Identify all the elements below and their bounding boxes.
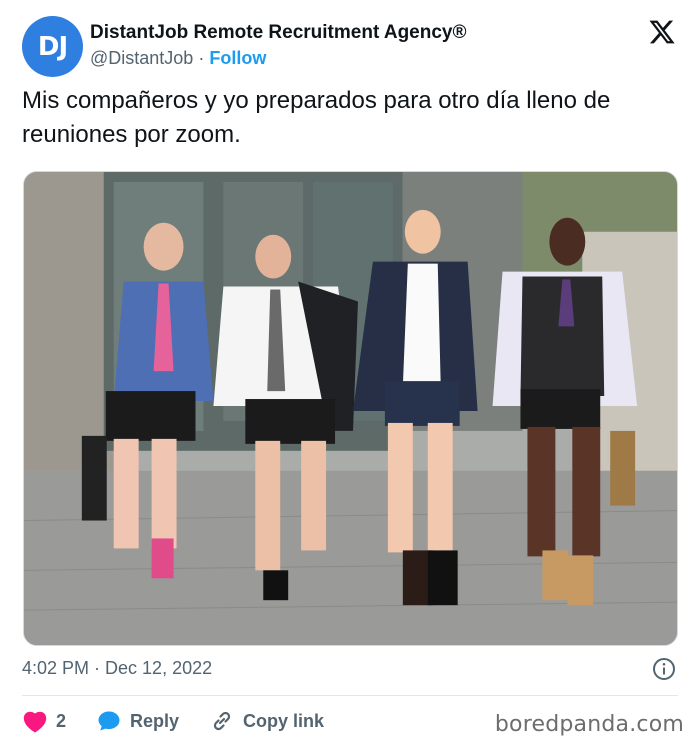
handle-row: @DistantJob · Follow	[90, 48, 266, 69]
info-icon[interactable]	[652, 657, 676, 681]
author-name[interactable]: DistantJob Remote Recruitment Agency®	[90, 22, 466, 44]
x-logo-icon[interactable]	[648, 18, 676, 46]
reply-bubble-icon	[98, 711, 120, 731]
heart-icon	[23, 711, 47, 733]
watermark: boredpanda.com	[494, 712, 684, 737]
tweet-timestamp[interactable]: 4:02 PM · Dec 12, 2022	[22, 658, 212, 679]
action-bar: 2 Reply Copy link	[22, 706, 354, 736]
reply-button[interactable]: Reply	[96, 709, 179, 733]
copy-link-button[interactable]: Copy link	[209, 709, 324, 733]
copy-link-label: Copy link	[243, 710, 325, 731]
like-count: 2	[56, 710, 67, 731]
author-handle[interactable]: @DistantJob	[90, 48, 193, 68]
divider	[22, 695, 678, 696]
link-icon	[213, 711, 231, 731]
avatar[interactable]: DJ	[22, 16, 83, 77]
avatar-initials: DJ	[37, 31, 68, 62]
separator: ·	[198, 48, 205, 68]
tweet-photo[interactable]	[23, 171, 678, 646]
follow-button[interactable]: Follow	[209, 48, 266, 68]
like-button[interactable]: 2	[22, 709, 66, 733]
photo-illustration	[24, 172, 677, 645]
tweet-text: Mis compañeros y yo preparados para otro…	[22, 87, 611, 148]
tweet-header: DJ DistantJob Remote Recruitment Agency®…	[22, 16, 682, 78]
reply-label: Reply	[130, 710, 180, 731]
